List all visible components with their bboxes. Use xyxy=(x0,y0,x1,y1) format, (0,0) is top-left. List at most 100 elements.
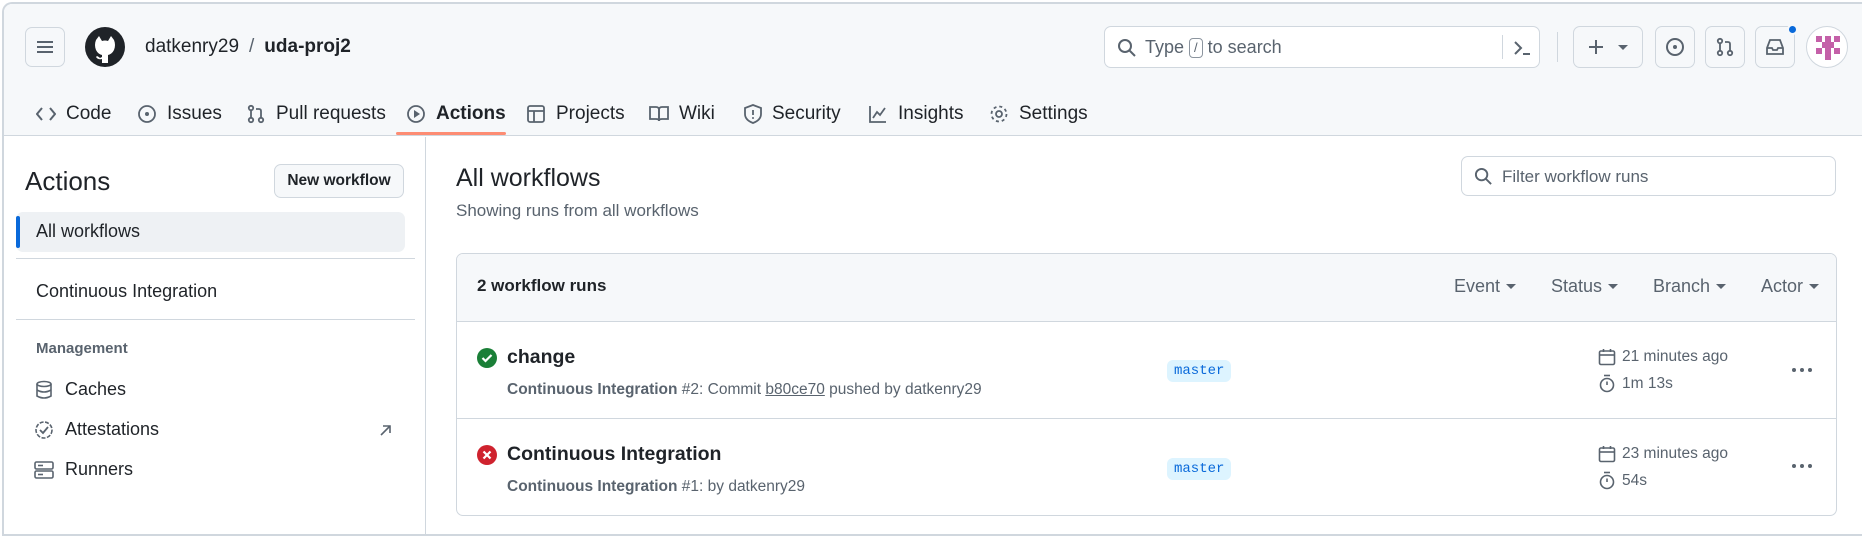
tab-projects[interactable]: Projects xyxy=(526,92,625,136)
command-palette-icon[interactable] xyxy=(1512,39,1532,57)
pull-requests-button[interactable] xyxy=(1705,26,1745,68)
workflow-run-row[interactable]: change Continuous Integration #2: Commit… xyxy=(457,322,1836,419)
runs-count: 2 workflow runs xyxy=(477,276,607,295)
sidebar-item-runners[interactable]: Runners xyxy=(34,459,133,480)
breadcrumb-separator: / xyxy=(249,36,255,57)
search-placeholder-pre: Type xyxy=(1145,37,1185,57)
run-title[interactable]: change xyxy=(507,346,575,369)
search-shortcut-key: / xyxy=(1189,37,1203,58)
sidebar-item-continuous-integration[interactable]: Continuous Integration xyxy=(36,281,217,302)
pull-request-icon xyxy=(247,104,265,124)
run-detail-pre: #1: by datkenry29 xyxy=(677,478,806,495)
issue-opened-icon xyxy=(1666,38,1684,56)
notification-dot xyxy=(1787,24,1798,35)
filter-label: Branch xyxy=(1653,276,1711,296)
branch-label[interactable]: master xyxy=(1167,360,1232,382)
page-subtitle: Showing runs from all workflows xyxy=(456,201,699,220)
tab-insights[interactable]: Insights xyxy=(868,92,963,136)
sidebar-item-all-workflows[interactable]: All workflows xyxy=(16,212,405,252)
stopwatch-icon xyxy=(1599,471,1615,490)
github-logo[interactable] xyxy=(84,26,126,68)
owner-link[interactable]: datkenry29 xyxy=(145,36,239,58)
tab-code[interactable]: Code xyxy=(36,92,111,136)
sidebar-item-label: All workflows xyxy=(36,221,141,241)
active-tab-underline xyxy=(396,132,506,135)
tab-actions[interactable]: Actions xyxy=(406,92,506,136)
run-duration-value: 1m 13s xyxy=(1622,374,1673,392)
runs-list-header: 2 workflow runs Event Status Branch Acto… xyxy=(457,254,1836,322)
tab-security[interactable]: Security xyxy=(744,92,841,136)
tab-issues[interactable]: Issues xyxy=(137,92,222,136)
run-time-ago: 23 minutes ago xyxy=(1622,445,1728,462)
commit-link[interactable]: b80ce70 xyxy=(765,381,824,398)
tab-label: Code xyxy=(66,103,112,124)
actions-sidebar: Actions New workflow All workflows Conti… xyxy=(4,137,426,534)
tab-label: Actions xyxy=(436,103,506,124)
tab-label: Issues xyxy=(167,103,222,124)
tab-settings[interactable]: Settings xyxy=(989,92,1088,136)
play-icon xyxy=(407,105,425,123)
event-filter[interactable]: Event xyxy=(1454,276,1517,297)
global-header: datkenry29 / uda-proj2 Type / to search xyxy=(4,4,1862,136)
run-workflow-name: Continuous Integration xyxy=(507,381,678,398)
plus-icon xyxy=(1589,40,1603,54)
run-duration: 1m 13s xyxy=(1598,374,1673,393)
book-icon xyxy=(649,106,669,122)
code-icon xyxy=(36,107,56,121)
run-duration-value: 54s xyxy=(1622,471,1647,489)
database-icon xyxy=(36,380,52,399)
status-filter[interactable]: Status xyxy=(1551,276,1619,297)
tab-label: Pull requests xyxy=(276,103,386,124)
run-detail-post: pushed by datkenry29 xyxy=(824,381,982,398)
actor-filter[interactable]: Actor xyxy=(1761,276,1820,297)
sidebar-item-label: Attestations xyxy=(65,419,160,439)
x-circle-icon xyxy=(477,445,497,465)
filter-placeholder: Filter workflow runs xyxy=(1502,167,1649,186)
table-icon xyxy=(527,105,545,123)
run-options-kebab-icon[interactable] xyxy=(1792,368,1812,372)
sidebar-item-label: Runners xyxy=(65,459,134,479)
global-search-input[interactable]: Type / to search xyxy=(1104,26,1540,68)
sidebar-item-caches[interactable]: Caches xyxy=(34,379,126,400)
tab-label: Insights xyxy=(898,103,964,124)
run-title[interactable]: Continuous Integration xyxy=(507,443,721,466)
filter-runs-input[interactable]: Filter workflow runs xyxy=(1461,156,1836,196)
chevron-down-icon xyxy=(1618,44,1628,50)
page-title: All workflows xyxy=(456,164,601,192)
run-options-kebab-icon[interactable] xyxy=(1792,464,1812,468)
tab-pull-requests[interactable]: Pull requests xyxy=(246,92,386,136)
run-timestamp: 21 minutes ago xyxy=(1598,348,1728,366)
calendar-icon xyxy=(1598,349,1616,366)
sidebar-item-attestations[interactable]: Attestations xyxy=(34,419,159,440)
new-workflow-button[interactable]: New workflow xyxy=(274,164,404,198)
menu-button[interactable] xyxy=(25,27,65,67)
new-workflow-label: New workflow xyxy=(287,172,391,189)
branch-label[interactable]: master xyxy=(1167,458,1232,480)
chevron-down-icon xyxy=(1608,284,1619,289)
tab-label: Security xyxy=(772,103,841,124)
run-detail-pre: #2: Commit xyxy=(677,381,766,398)
chevron-down-icon xyxy=(1809,284,1820,289)
tab-wiki[interactable]: Wiki xyxy=(649,92,715,136)
header-divider xyxy=(1557,32,1558,62)
external-link-icon[interactable] xyxy=(379,424,392,437)
run-workflow-name: Continuous Integration xyxy=(507,478,678,495)
workflow-run-row[interactable]: Continuous Integration Continuous Integr… xyxy=(457,420,1836,515)
run-details: Continuous Integration #1: by datkenry29 xyxy=(507,478,805,496)
search-icon xyxy=(1474,167,1492,185)
repo-link[interactable]: uda-proj2 xyxy=(264,36,351,58)
chevron-down-icon xyxy=(1506,284,1517,289)
issues-button[interactable] xyxy=(1655,26,1695,68)
avatar[interactable] xyxy=(1806,26,1848,68)
calendar-icon xyxy=(1598,446,1616,463)
tab-label: Wiki xyxy=(679,103,715,124)
server-icon xyxy=(34,460,54,479)
github-mark-icon xyxy=(85,27,125,67)
filter-label: Actor xyxy=(1761,276,1804,296)
browser-frame: datkenry29 / uda-proj2 Type / to search xyxy=(2,2,1862,536)
branch-filter[interactable]: Branch xyxy=(1653,276,1727,297)
create-new-button[interactable] xyxy=(1573,26,1643,68)
management-heading: Management xyxy=(36,340,128,357)
selected-indicator xyxy=(16,216,20,248)
inbox-icon xyxy=(1766,39,1784,55)
